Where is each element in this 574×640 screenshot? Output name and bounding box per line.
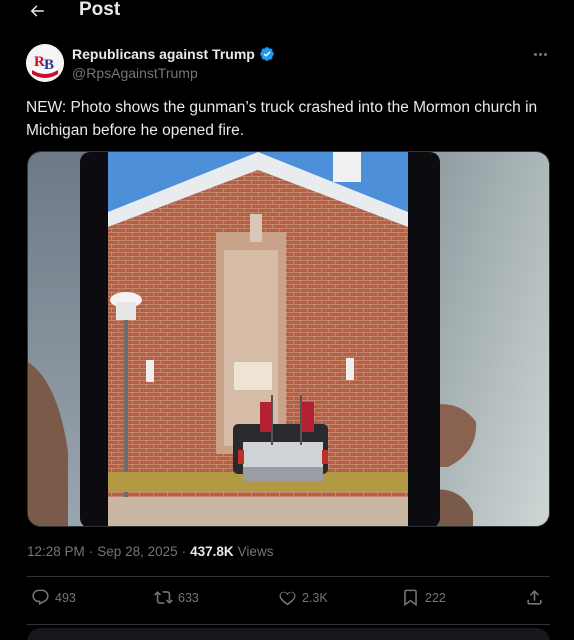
author-name[interactable]: Republicans against Trump xyxy=(72,46,255,62)
share-button[interactable] xyxy=(525,588,544,607)
repost-icon xyxy=(154,591,173,604)
post-date[interactable]: Sep 28, 2025 xyxy=(97,544,177,559)
share-icon xyxy=(527,590,542,605)
page-title: Post xyxy=(79,0,121,20)
meta-separator: · xyxy=(181,544,187,559)
post-time[interactable]: 12:28 PM xyxy=(27,544,85,559)
like-count: 2.3K xyxy=(302,590,328,605)
church-truck-photo xyxy=(28,152,549,526)
divider xyxy=(27,624,550,625)
more-options-button[interactable] xyxy=(528,44,552,64)
avatar-logo-icon: R B xyxy=(26,44,64,82)
svg-text:B: B xyxy=(44,57,54,73)
post-text: NEW: Photo shows the gunman’s truck cras… xyxy=(26,99,538,139)
like-button[interactable]: 2.3K xyxy=(278,588,328,607)
bookmark-count: 222 xyxy=(425,590,446,605)
post-author: R B Republicans against Trump @RpsAgains… xyxy=(26,44,556,84)
verified-badge-icon xyxy=(259,47,274,61)
divider xyxy=(27,576,550,577)
post-image[interactable] xyxy=(27,151,550,527)
top-bar: Post xyxy=(0,0,574,26)
back-button[interactable] xyxy=(24,0,50,23)
like-icon xyxy=(279,591,296,606)
reply-icon xyxy=(32,589,49,606)
reply-count: 493 xyxy=(55,590,76,605)
avatar[interactable]: R B xyxy=(26,44,64,82)
bookmark-button[interactable]: 222 xyxy=(401,588,446,607)
reply-composer[interactable] xyxy=(27,628,550,640)
more-icon xyxy=(533,52,537,56)
back-arrow-icon xyxy=(30,5,44,17)
repost-count: 633 xyxy=(178,590,199,605)
author-name-row: Republicans against Trump xyxy=(72,46,275,62)
repost-button[interactable]: 633 xyxy=(154,588,199,607)
action-bar: 493 633 2.3K 222 xyxy=(27,588,550,612)
meta-separator: · xyxy=(88,544,94,559)
bookmark-icon xyxy=(404,589,417,607)
post-meta: 12:28 PM · Sep 28, 2025 · 437.8K Views xyxy=(27,544,273,559)
views-label: Views xyxy=(237,544,274,559)
views-count: 437.8K xyxy=(190,544,234,559)
reply-button[interactable]: 493 xyxy=(31,588,76,607)
author-handle[interactable]: @RpsAgainstTrump xyxy=(72,65,198,81)
